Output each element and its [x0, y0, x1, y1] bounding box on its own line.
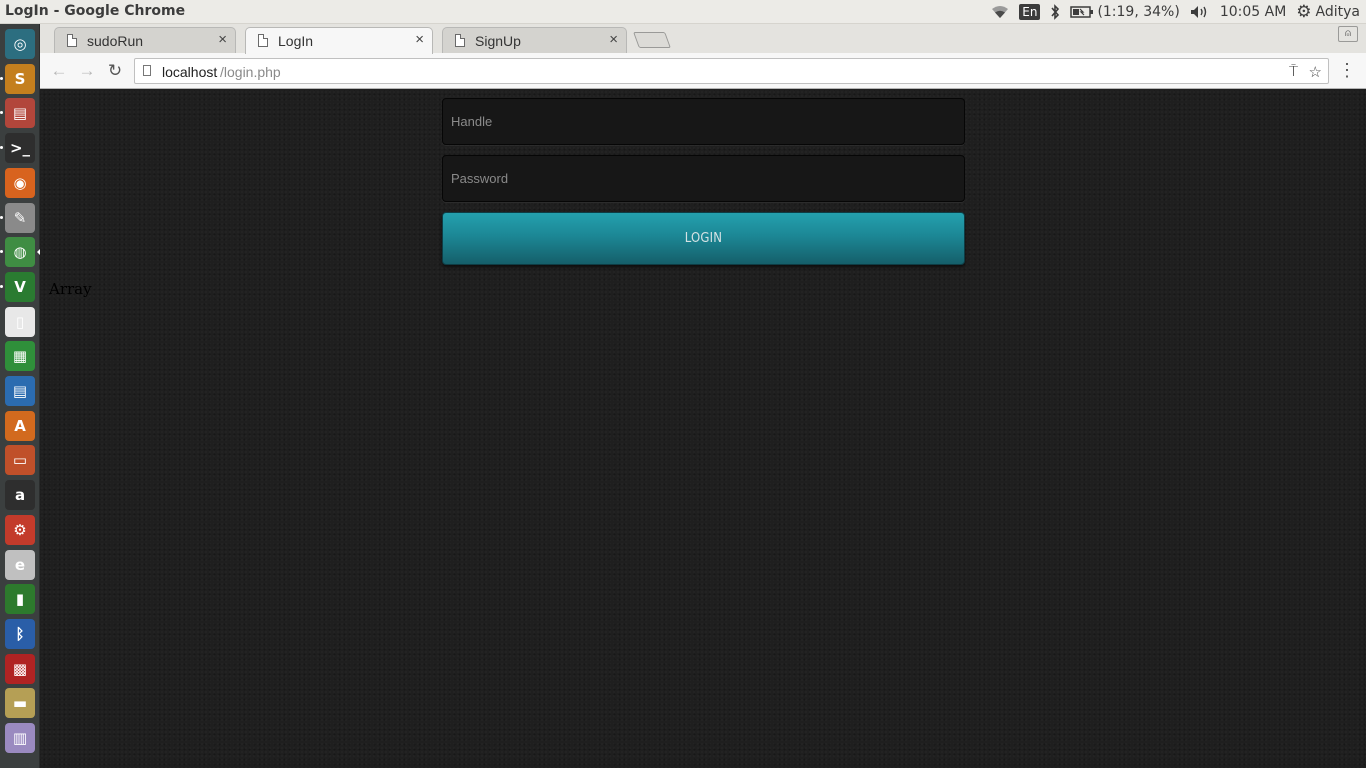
text-editor-icon[interactable]: ✎ — [5, 202, 35, 233]
page-info-icon[interactable] — [143, 65, 151, 76]
close-icon[interactable]: × — [218, 31, 227, 48]
tab-signup[interactable]: SignUp × — [442, 27, 627, 54]
session-menu[interactable]: ⚙ Aditya — [1296, 2, 1360, 22]
close-icon[interactable]: × — [415, 31, 424, 48]
battery-indicator[interactable]: (1:19, 34%) — [1070, 4, 1180, 20]
url-host: localhost — [162, 64, 218, 80]
system-settings-icon[interactable]: ⚙ — [5, 514, 35, 545]
running-indicator — [0, 284, 3, 288]
vim-glyph: V — [14, 277, 26, 296]
drive-icon[interactable]: ▬ — [5, 688, 35, 719]
debian-glyph: e — [14, 555, 26, 574]
profile-button[interactable]: ⍝ — [1338, 26, 1358, 42]
tab-strip: sudoRun × LogIn × SignUp × ⍝ — [40, 24, 1366, 54]
clock[interactable]: 10:05 AM — [1220, 4, 1286, 20]
debug-output-text: Array — [49, 280, 92, 298]
amazon-glyph: a — [14, 486, 26, 505]
software-center-glyph: A — [14, 416, 26, 435]
sublime-text-icon[interactable]: S — [5, 63, 35, 94]
close-icon[interactable]: × — [609, 31, 618, 48]
calc-icon[interactable]: ▦ — [5, 341, 35, 372]
firefox-glyph: ◉ — [13, 173, 27, 192]
url-path: /login.php — [220, 64, 281, 80]
bluetooth-app-icon[interactable]: ᛒ — [5, 618, 35, 649]
wifi-icon[interactable] — [991, 5, 1009, 19]
drive-glyph: ▬ — [12, 694, 28, 713]
back-button[interactable]: ← — [48, 60, 70, 82]
page-icon — [455, 34, 465, 47]
person-icon: ⍝ — [1345, 28, 1351, 39]
running-indicator — [0, 250, 3, 254]
dash-home-icon[interactable]: ◎ — [5, 29, 35, 59]
tab-login[interactable]: LogIn × — [245, 27, 433, 54]
terminal-icon[interactable]: >_ — [5, 133, 35, 164]
file-manager-glyph: ▤ — [12, 104, 28, 123]
impress-icon[interactable]: ▭ — [5, 445, 35, 476]
sublime-text-glyph: S — [14, 69, 26, 88]
workspace-switcher-glyph: ▩ — [12, 659, 28, 678]
chrome-glyph: ◍ — [13, 243, 27, 262]
libreoffice-glyph: ▯ — [15, 312, 25, 331]
writer-icon[interactable]: ▤ — [5, 376, 35, 406]
new-tab-button[interactable] — [633, 32, 671, 48]
system-settings-glyph: ⚙ — [13, 520, 27, 539]
terminal-glyph: >_ — [9, 139, 31, 158]
chrome-menu-button[interactable]: ⋮ — [1338, 60, 1356, 80]
reload-icon: ↻ — [107, 61, 123, 80]
firefox-icon[interactable]: ◉ — [5, 167, 35, 198]
writer-glyph: ▤ — [12, 382, 28, 400]
back-arrow-icon: ← — [50, 61, 68, 80]
amazon-icon[interactable]: a — [5, 480, 35, 511]
volume-icon[interactable] — [1190, 5, 1210, 19]
bluetooth-app-glyph: ᛒ — [15, 624, 25, 643]
user-name: Aditya — [1315, 4, 1360, 20]
handle-input[interactable] — [442, 98, 965, 145]
tab-sudorun[interactable]: sudoRun × — [54, 27, 236, 54]
login-button[interactable]: LOGIN — [442, 212, 965, 265]
star-icon[interactable]: ☆ — [1309, 63, 1322, 81]
launcher: ◎ S ▤ >_ ◉ ✎ ◍ V ▯ ▦ ▤ A ▭ a ⚙ e ▮ ᛒ ▩ ▬ ▥ — [0, 24, 40, 768]
tab-label: sudoRun — [87, 33, 144, 49]
top-panel: LogIn - Google Chrome En (1:19, 34%) 10:… — [0, 0, 1366, 24]
running-indicator — [0, 111, 3, 115]
running-indicator — [0, 76, 3, 80]
calc-glyph: ▦ — [12, 347, 28, 366]
bluetooth-icon[interactable] — [1050, 4, 1060, 20]
battery-text: (1:19, 34%) — [1097, 4, 1180, 20]
software-center-icon[interactable]: A — [5, 410, 35, 441]
battery-app-glyph: ▮ — [15, 590, 25, 609]
trash-icon[interactable]: ▥ — [5, 723, 35, 753]
impress-glyph: ▭ — [12, 451, 28, 470]
reload-button[interactable]: ↻ — [104, 60, 126, 82]
vim-icon[interactable]: V — [5, 271, 35, 302]
trash-glyph: ▥ — [12, 729, 28, 747]
running-indicator — [0, 215, 3, 219]
gear-icon: ⚙ — [1296, 2, 1312, 22]
indicator-area: En (1:19, 34%) 10:05 AM ⚙ Aditya — [991, 0, 1360, 24]
browser-toolbar: ← → ↻ localhost /login.php ⍑ ☆ ⋮ — [40, 53, 1366, 89]
text-editor-glyph: ✎ — [13, 208, 27, 227]
keyboard-layout-indicator[interactable]: En — [1019, 4, 1041, 20]
battery-icon — [1070, 6, 1094, 18]
extension-icon[interactable]: ⍑ — [1289, 63, 1298, 80]
forward-arrow-icon: → — [78, 61, 96, 80]
running-indicator — [0, 146, 3, 150]
dash-home-glyph: ◎ — [13, 35, 27, 53]
window-title: LogIn - Google Chrome — [5, 3, 186, 19]
file-manager-icon[interactable]: ▤ — [5, 98, 35, 129]
forward-button[interactable]: → — [76, 60, 98, 82]
page-content: LOGIN Array — [40, 90, 1366, 768]
chrome-icon[interactable]: ◍ — [5, 237, 35, 268]
tab-label: LogIn — [278, 33, 314, 49]
debian-icon[interactable]: e — [5, 549, 35, 580]
tab-label: SignUp — [475, 33, 521, 49]
libreoffice-icon[interactable]: ▯ — [5, 306, 35, 337]
workspace-switcher-icon[interactable]: ▩ — [5, 653, 35, 684]
page-icon — [258, 34, 268, 47]
address-bar[interactable]: localhost /login.php ⍑ ☆ — [134, 58, 1329, 84]
password-input[interactable] — [442, 155, 965, 202]
kebab-menu-icon: ⋮ — [1338, 60, 1356, 80]
page-icon — [67, 34, 77, 47]
battery-app-icon[interactable]: ▮ — [5, 584, 35, 615]
